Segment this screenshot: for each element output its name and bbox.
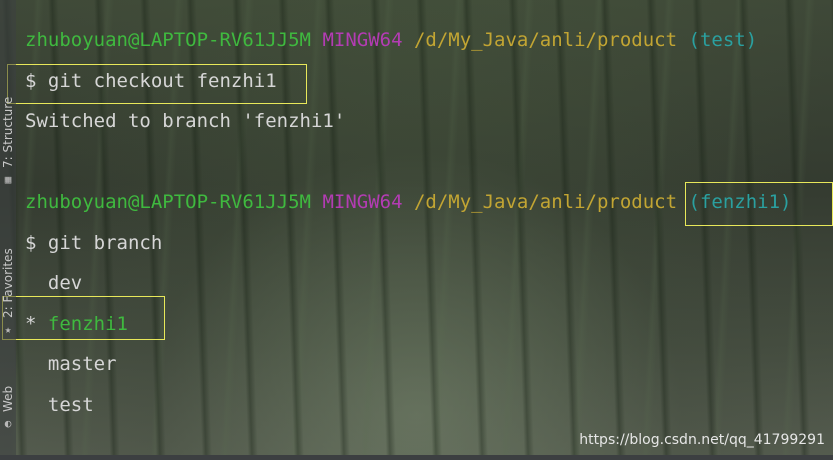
highlight-box-checkout (7, 64, 307, 104)
branch-item-test: test (25, 394, 94, 416)
highlight-box-current-branch (2, 296, 165, 340)
star-icon: ★ (4, 323, 12, 336)
prompt-path: /d/My_Java/anli/product (413, 191, 678, 213)
prompt-line-2: zhuboyuan@LAPTOP-RV61JJ5M MINGW64 /d/My_… (25, 190, 791, 214)
prompt-branch: (test) (688, 29, 758, 51)
prompt-user: zhuboyuan@LAPTOP-RV61JJ5M (25, 191, 311, 213)
branch-item-master: master (25, 353, 117, 375)
prompt-system: MINGW64 (322, 191, 403, 213)
tool-window-sidebar: 7: Structure ▦ 2: Favorites ★ Web ◐ (0, 0, 16, 460)
prompt-path: /d/My_Java/anli/product (413, 29, 678, 51)
web-tab-label: Web (1, 385, 15, 412)
structure-tab-label: 7: Structure (1, 96, 15, 168)
branch-item-dev: dev (25, 272, 83, 294)
bottom-status-strip (0, 455, 833, 460)
favorites-tab-label: 2: Favorites (1, 248, 15, 318)
prompt-user: zhuboyuan@LAPTOP-RV61JJ5M (25, 29, 311, 51)
favorites-tab[interactable]: 2: Favorites (0, 228, 16, 318)
structure-tab[interactable]: 7: Structure (0, 68, 16, 168)
globe-icon: ◐ (4, 417, 12, 430)
prompt-system: MINGW64 (322, 29, 403, 51)
watermark-url: https://blog.csdn.net/qq_41799291 (579, 432, 825, 448)
highlight-box-branch-name (685, 182, 833, 226)
structure-icon: ▦ (4, 173, 12, 186)
prompt-line-1: zhuboyuan@LAPTOP-RV61JJ5M MINGW64 /d/My_… (25, 28, 757, 52)
command-branch: $ git branch (25, 232, 163, 254)
checkout-output: Switched to branch 'fenzhi1' (25, 110, 346, 132)
web-tab[interactable]: Web (0, 372, 16, 412)
